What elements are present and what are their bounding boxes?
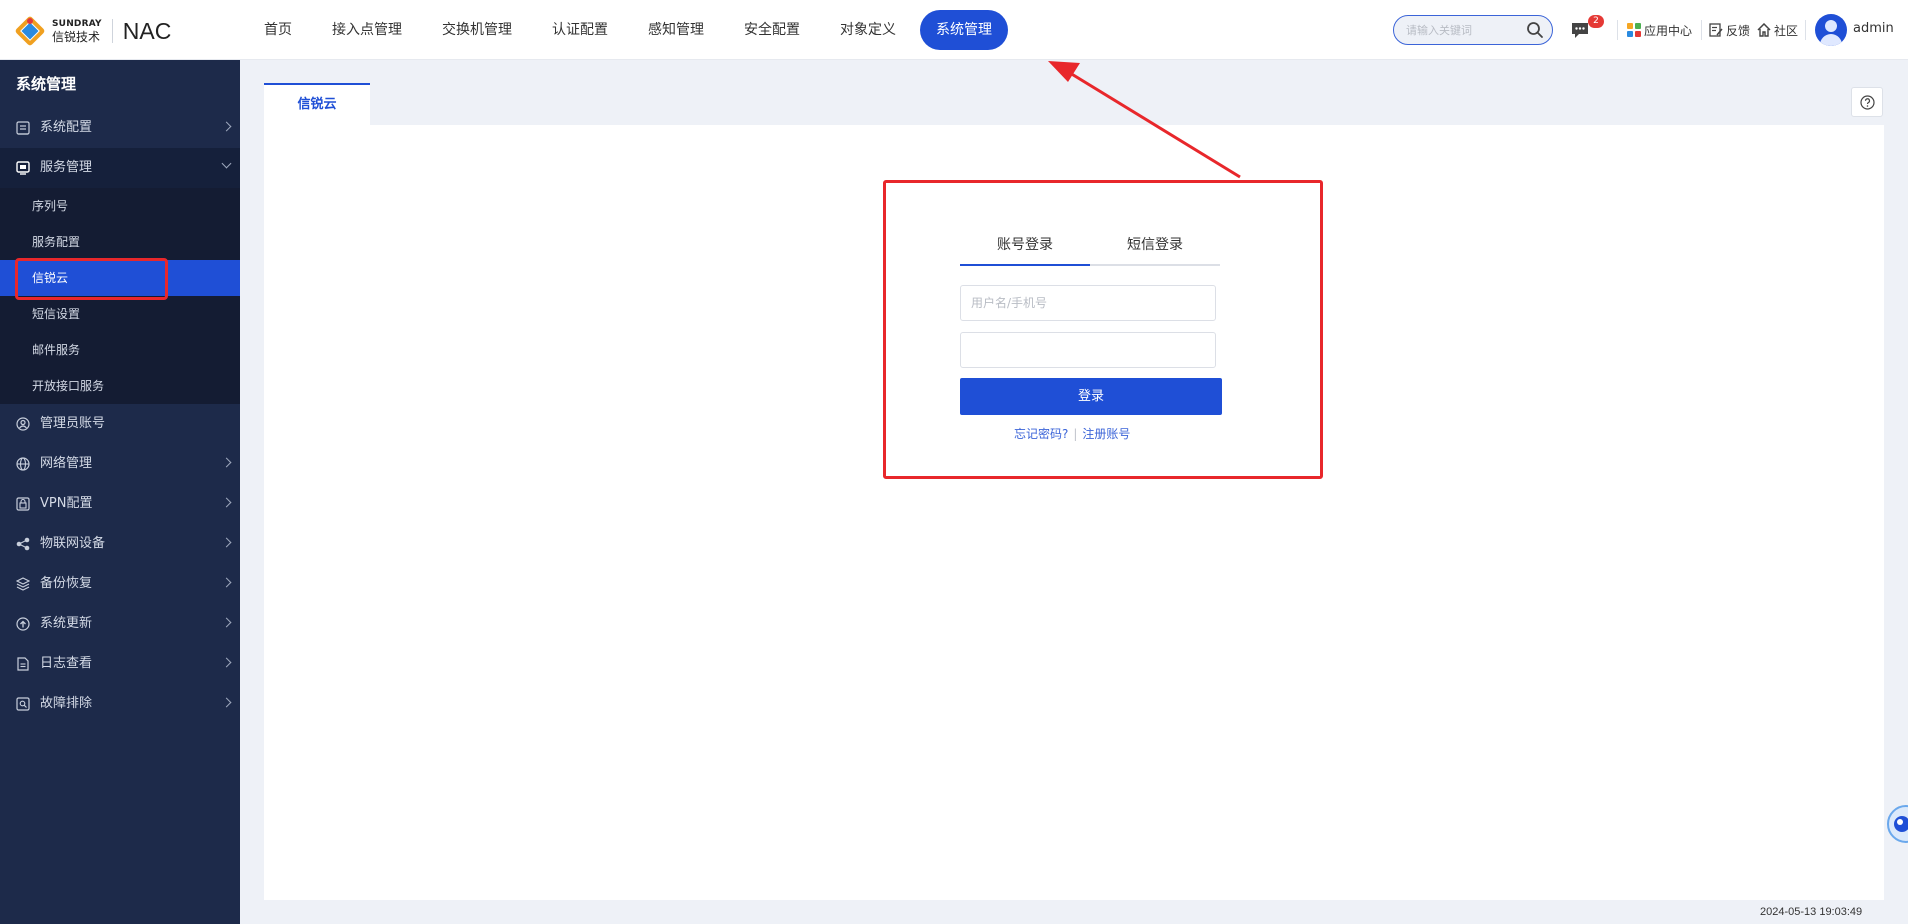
- tab-sundray-cloud[interactable]: 信锐云: [264, 83, 370, 125]
- nav-system-management[interactable]: 系统管理: [920, 10, 1008, 50]
- nav-home[interactable]: 首页: [248, 10, 308, 50]
- chevron-right-icon: [221, 697, 232, 708]
- nav-access-points[interactable]: 接入点管理: [316, 10, 418, 50]
- sidebar-item-label: 服务管理: [40, 160, 93, 175]
- nav-security[interactable]: 安全配置: [728, 10, 816, 50]
- sidebar-item-label: 管理员账号: [40, 416, 106, 431]
- chevron-right-icon: [221, 617, 232, 628]
- user-avatar[interactable]: [1815, 14, 1847, 46]
- feedback-label: 反馈: [1726, 23, 1751, 38]
- sidebar-item-network[interactable]: 网络管理: [0, 444, 240, 484]
- sidebar-item-label: 系统更新: [40, 616, 93, 631]
- community-link[interactable]: 社区: [1757, 20, 1798, 40]
- sidebar-title: 系统管理: [16, 75, 77, 93]
- sidebar-item-troubleshooting[interactable]: 故障排除: [0, 684, 240, 724]
- chevron-down-icon: [221, 158, 232, 169]
- sidebar-item-label: VPN配置: [40, 496, 93, 511]
- community-label: 社区: [1774, 23, 1799, 38]
- upload-circle-icon: [16, 617, 30, 631]
- search-input[interactable]: [1406, 21, 1516, 39]
- sidebar-subitem-mail-service[interactable]: 邮件服务: [0, 332, 240, 368]
- message-count-badge: 2: [1588, 15, 1604, 28]
- logo-divider: [111, 19, 113, 43]
- sidebar-item-label: 日志查看: [40, 656, 93, 671]
- chevron-right-icon: [221, 657, 232, 668]
- main-nav: 首页 接入点管理 交换机管理 认证配置 感知管理 安全配置 对象定义 系统管理: [248, 10, 1016, 50]
- annotation-highlight-sidebar: [15, 258, 168, 300]
- brand-logo[interactable]: SUNDRAY 信锐技术 NAC: [14, 15, 171, 47]
- assistant-float-icon[interactable]: [1880, 798, 1908, 846]
- divider: [1805, 20, 1806, 40]
- sidebar-item-service-management[interactable]: 服务管理: [0, 148, 240, 188]
- username[interactable]: admin: [1853, 21, 1894, 36]
- chevron-right-icon: [221, 497, 232, 508]
- sidebar-item-label: 网络管理: [40, 456, 93, 471]
- layers-icon: [16, 577, 30, 591]
- brand-name-cn: 信锐技术: [52, 29, 101, 44]
- search-box: [1393, 15, 1553, 45]
- help-button[interactable]: [1851, 87, 1883, 117]
- sidebar-item-backup-restore[interactable]: 备份恢复: [0, 564, 240, 604]
- sidebar-item-iot-devices[interactable]: 物联网设备: [0, 524, 240, 564]
- sidebar-item-label: 物联网设备: [40, 536, 106, 551]
- chevron-right-icon: [221, 457, 232, 468]
- brand-name-en: SUNDRAY: [52, 18, 102, 29]
- sidebar-subitem-open-api[interactable]: 开放接口服务: [0, 368, 240, 404]
- edit-note-icon: [1709, 23, 1723, 37]
- sidebar-item-label: 备份恢复: [40, 576, 93, 591]
- chevron-right-icon: [221, 537, 232, 548]
- feedback-link[interactable]: 反馈: [1709, 20, 1750, 40]
- iot-nodes-icon: [16, 537, 30, 551]
- monitor-icon: [16, 161, 30, 175]
- sidebar: 系统管理 系统配置 服务管理 序列号 服务配置 信锐云 短信设置 邮件服务 开放…: [0, 60, 240, 924]
- app-grid-icon: [1627, 23, 1641, 37]
- server-timestamp: 2024-05-13 19:03:49: [1760, 906, 1863, 918]
- sidebar-item-label: 系统配置: [40, 120, 93, 135]
- search-icon[interactable]: [1526, 21, 1544, 39]
- sundray-logo-icon: [14, 15, 46, 47]
- sidebar-subitem-service-config[interactable]: 服务配置: [0, 224, 240, 260]
- chevron-right-icon: [221, 577, 232, 588]
- sidebar-item-vpn[interactable]: VPN配置: [0, 484, 240, 524]
- nav-auth-config[interactable]: 认证配置: [536, 10, 624, 50]
- app-center-link[interactable]: 应用中心: [1627, 20, 1692, 40]
- nav-switches[interactable]: 交换机管理: [426, 10, 528, 50]
- chevron-right-icon: [221, 121, 232, 132]
- divider: [1617, 20, 1618, 40]
- settings-list-icon: [16, 121, 30, 135]
- document-icon: [17, 657, 29, 671]
- product-name: NAC: [122, 17, 172, 44]
- nav-awareness[interactable]: 感知管理: [632, 10, 720, 50]
- sidebar-subitem-serial-number[interactable]: 序列号: [0, 188, 240, 224]
- sidebar-subitem-sms-settings[interactable]: 短信设置: [0, 296, 240, 332]
- top-bar: SUNDRAY 信锐技术 NAC 首页 接入点管理 交换机管理 认证配置 感知管…: [0, 0, 1908, 60]
- user-circle-icon: [16, 417, 30, 431]
- sidebar-item-system-update[interactable]: 系统更新: [0, 604, 240, 644]
- sidebar-item-admin-accounts[interactable]: 管理员账号: [0, 404, 240, 444]
- app-center-label: 应用中心: [1644, 23, 1693, 38]
- nav-objects[interactable]: 对象定义: [824, 10, 912, 50]
- sidebar-item-system-config[interactable]: 系统配置: [0, 108, 240, 148]
- annotation-highlight-login: [883, 180, 1323, 479]
- divider: [1701, 20, 1702, 40]
- sidebar-item-log-view[interactable]: 日志查看: [0, 644, 240, 684]
- home-icon: [1757, 23, 1771, 37]
- network-icon: [16, 457, 30, 471]
- sidebar-item-label: 故障排除: [40, 696, 93, 711]
- vpn-lock-icon: [16, 497, 30, 511]
- help-icon: [1860, 95, 1875, 110]
- diagnose-icon: [16, 697, 30, 711]
